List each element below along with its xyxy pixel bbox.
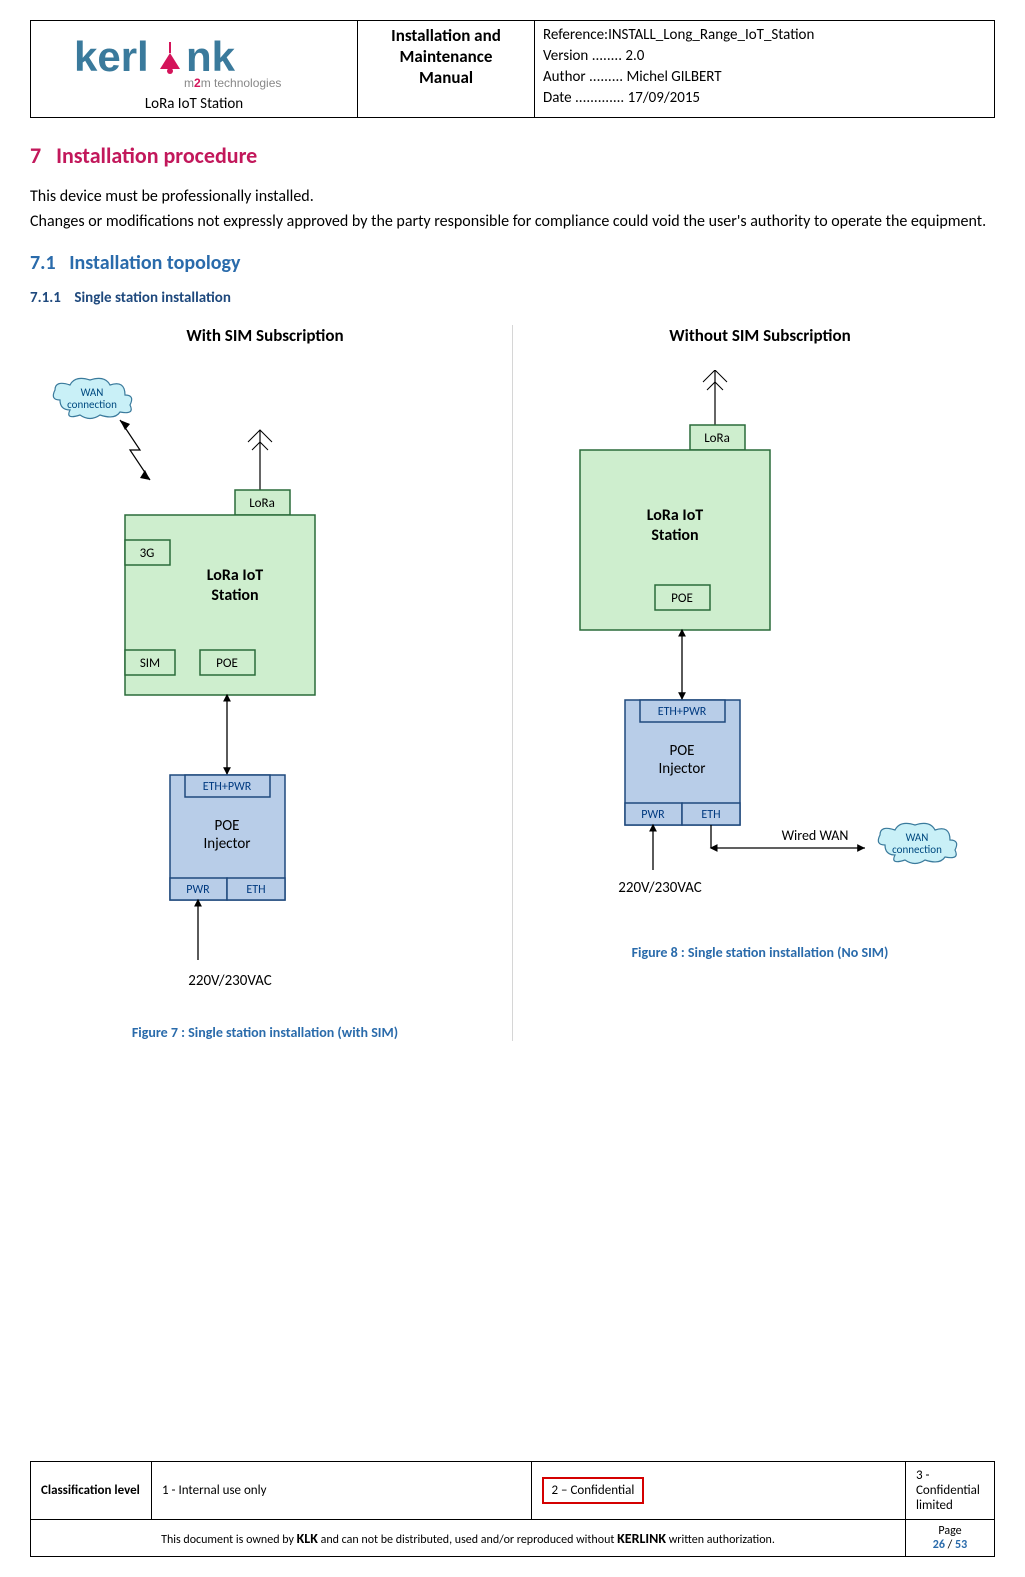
- left-diagram-title: With SIM Subscription: [30, 325, 500, 346]
- svg-text:LoRa IoT: LoRa IoT: [207, 566, 264, 585]
- svg-text:220V/230VAC: 220V/230VAC: [188, 972, 272, 990]
- diagram-left-col: With SIM Subscription WAN connection: [30, 325, 500, 1041]
- classification-label: Classification level: [31, 1462, 152, 1520]
- svg-text:LoRa IoT: LoRa IoT: [647, 506, 704, 525]
- svg-text:ETH+PWR: ETH+PWR: [203, 780, 252, 794]
- svg-text:connection: connection: [67, 398, 117, 411]
- heading-3: 7.1.1 Single station installation: [30, 289, 995, 307]
- confidential-highlight: 2 – Confidential: [542, 1477, 645, 1504]
- svg-text:POE: POE: [669, 742, 694, 760]
- svg-text:POE: POE: [216, 656, 238, 671]
- svg-text:Injector: Injector: [658, 760, 705, 778]
- svg-text:Station: Station: [651, 526, 698, 545]
- svg-text:ETH: ETH: [701, 808, 720, 822]
- diagram-divider: [512, 325, 513, 1041]
- header-table: kerl nk m2m technologies LoRa IoT Statio…: [30, 20, 995, 118]
- svg-text:PWR: PWR: [186, 883, 210, 897]
- svg-text:PWR: PWR: [641, 808, 665, 822]
- diagram-with-sim-icon: WAN connection LoRa 3G LoRa IoT: [30, 370, 370, 1010]
- svg-text:POE: POE: [671, 591, 693, 606]
- doc-title-line1: Installation and: [366, 25, 526, 46]
- authorization-text: This document is owned by KLK and can no…: [31, 1520, 906, 1557]
- classification-table: Classification level 1 - Internal use on…: [30, 1461, 995, 1557]
- svg-text:220V/230VAC: 220V/230VAC: [618, 879, 702, 897]
- logo-subtitle: LoRa IoT Station: [39, 95, 349, 113]
- ref-cell: Reference:INSTALL_Long_Range_IoT_Station…: [535, 21, 995, 118]
- right-diagram-title: Without SIM Subscription: [525, 325, 995, 346]
- figure-7-caption: Figure 7 : Single station installation (…: [30, 1024, 500, 1041]
- paragraph-2: Changes or modifications not expressly a…: [30, 212, 995, 231]
- diagram-right-col: Without SIM Subscription LoRa: [525, 325, 995, 961]
- svg-text:connection: connection: [892, 843, 942, 856]
- svg-text:Station: Station: [211, 586, 258, 605]
- svg-text:m2m technologies: m2m technologies: [184, 76, 281, 90]
- diagram-no-sim-icon: LoRa LoRa IoT Station POE ETH+PWR POE In…: [525, 370, 985, 930]
- svg-text:POE: POE: [214, 817, 239, 835]
- svg-text:SIM: SIM: [140, 656, 160, 671]
- ver-row: Version ........ 2.0: [543, 46, 986, 67]
- footer: Classification level 1 - Internal use on…: [30, 1461, 995, 1557]
- figure-8-caption: Figure 8 : Single station installation (…: [525, 944, 995, 961]
- auth-row: Author ......... Michel GILBERT: [543, 67, 986, 88]
- ref-row: Reference:INSTALL_Long_Range_IoT_Station: [543, 25, 986, 46]
- doc-title-cell: Installation and Maintenance Manual: [358, 21, 535, 118]
- svg-text:Injector: Injector: [203, 835, 250, 853]
- svg-text:ETH+PWR: ETH+PWR: [658, 705, 707, 719]
- svg-text:Wired WAN: Wired WAN: [782, 827, 849, 844]
- page-number-cell: Page 26 / 53: [906, 1520, 995, 1557]
- classification-1: 1 - Internal use only: [152, 1462, 532, 1520]
- classification-3: 3 - Confidential limited: [906, 1462, 995, 1520]
- svg-text:LoRa: LoRa: [704, 431, 730, 446]
- doc-title-line3: Manual: [366, 67, 526, 88]
- heading-1: 7 Installation procedure: [30, 142, 995, 169]
- doc-title-line2: Maintenance: [366, 46, 526, 67]
- svg-text:nk: nk: [186, 33, 236, 80]
- svg-text:3G: 3G: [140, 546, 155, 561]
- date-row: Date ............. 17/09/2015: [543, 88, 986, 109]
- svg-text:LoRa: LoRa: [249, 496, 275, 511]
- classification-2: 2 – Confidential: [531, 1462, 905, 1520]
- logo-cell: kerl nk m2m technologies LoRa IoT Statio…: [31, 21, 358, 118]
- paragraph-1: This device must be professionally insta…: [30, 187, 995, 206]
- kerlink-logo-icon: kerl nk m2m technologies: [64, 31, 324, 91]
- svg-text:ETH: ETH: [246, 883, 265, 897]
- svg-text:kerl: kerl: [74, 33, 149, 80]
- heading-2: 7.1 Installation topology: [30, 251, 995, 275]
